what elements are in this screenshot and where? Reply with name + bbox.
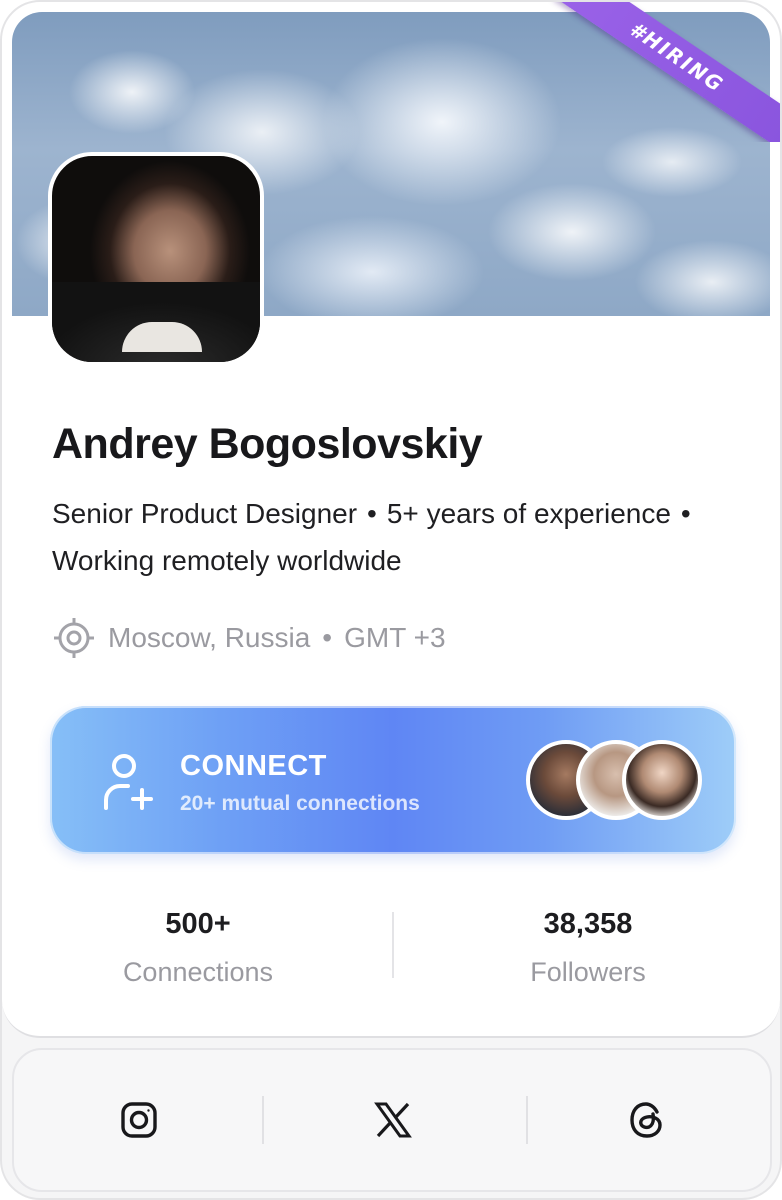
location-timezone: GMT +3 [344, 622, 446, 653]
connect-label: CONNECT [180, 750, 327, 782]
stat-followers[interactable]: 38,358 Followers [438, 902, 738, 998]
social-links-bar [12, 1048, 772, 1192]
stat-connections[interactable]: 500+ Connections [48, 902, 348, 998]
profile-bio: Senior Product Designer • 5+ years of expe… [52, 490, 752, 584]
bio-experience: 5+ years of experience [386, 498, 671, 529]
bio-remote: Working remotely worldwide [52, 545, 402, 576]
x-link[interactable] [268, 1050, 518, 1190]
location-separator: • [322, 622, 333, 653]
instagram-icon [121, 1102, 157, 1138]
stat-value: 38,358 [543, 908, 633, 940]
avatar[interactable] [48, 152, 264, 366]
stat-label: Followers [530, 957, 646, 987]
instagram-link[interactable] [14, 1050, 264, 1190]
stats-divider [392, 912, 394, 978]
bio-separator: • [680, 498, 691, 529]
connect-button[interactable]: CONNECT 20+ mutual connections [50, 706, 736, 854]
x-icon [374, 1102, 412, 1138]
hiring-badge-label: #HIRING [554, 2, 780, 142]
location-city: Moscow, Russia [108, 622, 311, 653]
mutual-avatar [622, 740, 702, 820]
mutual-connections-text: 20+ mutual connections [180, 792, 420, 815]
threads-link[interactable] [522, 1050, 772, 1190]
social-divider [262, 1096, 264, 1144]
hiring-badge: #HIRING [542, 2, 780, 142]
location-target-icon [54, 618, 94, 658]
add-person-icon [104, 754, 153, 810]
profile-name: Andrey Bogoslovskiy [52, 420, 483, 468]
stats-row: 500+ Connections 38,358 Followers [2, 902, 780, 1002]
threads-icon [630, 1102, 662, 1138]
stat-label: Connections [122, 957, 274, 987]
stat-value: 500+ [165, 908, 231, 940]
bio-separator: • [367, 498, 377, 529]
bio-role: Senior Product Designer [52, 498, 358, 529]
profile-main-panel: #HIRING Andrey Bogoslovskiy Senior Produ… [2, 2, 780, 1038]
location-row: Moscow, Russia • GMT +3 [52, 616, 446, 660]
profile-card: #HIRING Andrey Bogoslovskiy Senior Produ… [0, 0, 782, 1200]
